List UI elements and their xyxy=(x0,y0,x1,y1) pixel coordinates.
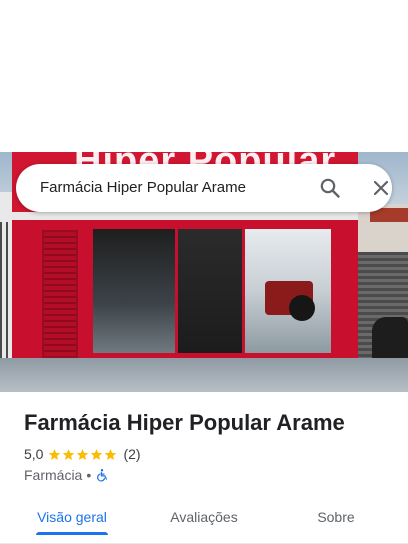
search-input[interactable]: Farmácia Hiper Popular Arame xyxy=(40,164,246,212)
separator-dot: • xyxy=(86,467,92,483)
search-icon[interactable] xyxy=(318,176,342,200)
shop-window xyxy=(90,226,334,356)
map-background xyxy=(0,0,408,152)
place-title: Farmácia Hiper Popular Arame xyxy=(24,410,345,435)
category-row: Farmácia • xyxy=(24,466,109,484)
tab-reviews[interactable]: Avaliações xyxy=(158,496,250,542)
close-icon[interactable] xyxy=(369,176,393,200)
tab-overview[interactable]: Visão geral xyxy=(28,496,116,542)
rating-row[interactable]: 5,0 (2) xyxy=(24,445,141,463)
star-rating xyxy=(48,448,118,461)
star-icon xyxy=(91,448,103,460)
active-tab-indicator xyxy=(36,532,108,535)
star-icon xyxy=(105,448,117,460)
search-bar[interactable]: Farmácia Hiper Popular Arame xyxy=(16,164,392,212)
star-icon xyxy=(77,448,89,460)
star-icon xyxy=(63,448,75,460)
wheelchair-icon xyxy=(97,468,108,482)
rating-value: 5,0 xyxy=(24,446,44,462)
star-icon xyxy=(49,448,61,460)
side-door xyxy=(42,230,78,358)
place-category: Farmácia xyxy=(24,467,83,483)
place-details-panel: Farmácia Hiper Popular Arame 5,0 (2) Far… xyxy=(0,392,408,544)
review-count[interactable]: (2) xyxy=(123,446,140,462)
place-tabs: Visão geral Avaliações Sobre xyxy=(0,496,408,544)
tab-about[interactable]: Sobre xyxy=(304,496,368,542)
